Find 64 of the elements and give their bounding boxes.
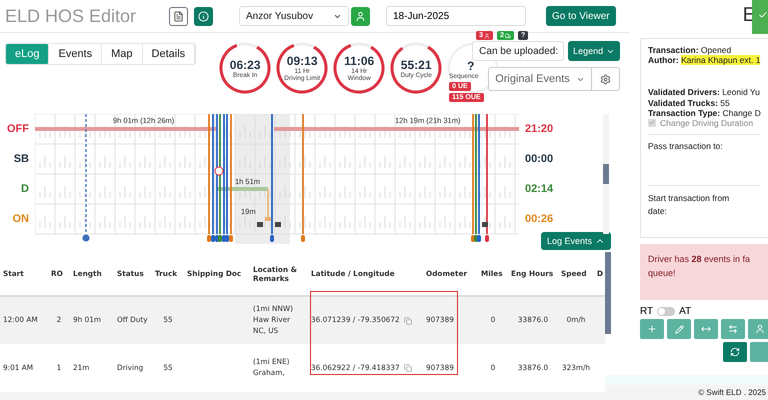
pass-transaction-label: Pass transaction to: xyxy=(648,140,724,152)
validated-drivers: Validated Drivers: Leonid Yu xyxy=(648,87,761,98)
go-to-viewer-button[interactable]: Go to Viewer xyxy=(546,6,616,26)
stretch-button[interactable] xyxy=(694,319,718,339)
pencil-icon xyxy=(674,324,684,334)
rt-label: RT xyxy=(640,306,654,317)
transaction-status: Transaction: Opened xyxy=(648,45,732,56)
settings-dropdown[interactable] xyxy=(592,67,620,92)
plus-icon xyxy=(647,324,657,334)
ring-gauge-icon xyxy=(218,41,272,96)
gauge-value: ? xyxy=(467,59,474,74)
status-total: 00:00 xyxy=(525,152,554,167)
status-label: OFF xyxy=(6,122,30,137)
add-button[interactable] xyxy=(640,319,664,339)
transaction-author: Author: Karina Khapun ext. 1 xyxy=(648,55,761,66)
driver-button[interactable] xyxy=(351,6,370,26)
status-label: ON xyxy=(12,212,30,227)
alert-message: Driver has 28 events in fa queue! xyxy=(640,244,768,300)
gauge-value: 55:21 xyxy=(400,58,432,72)
toggle-switch[interactable] xyxy=(657,307,676,316)
footer-copyright: © Swift ELD . 2025 xyxy=(698,388,766,397)
person-icon xyxy=(755,324,765,334)
check-icon xyxy=(758,10,768,20)
status-label: D xyxy=(20,182,30,197)
status-total: 02:14 xyxy=(525,182,554,197)
transaction-type: Transaction Type: Change D xyxy=(648,108,761,118)
events-select[interactable]: Original Events xyxy=(488,67,592,92)
scrollbar[interactable] xyxy=(605,252,611,334)
status-total: 21:20 xyxy=(525,122,554,137)
date-field[interactable]: 18-Jun-2025 xyxy=(386,6,526,26)
status-label: SB xyxy=(12,152,30,167)
at-label: AT xyxy=(679,306,692,317)
driver-tool-button[interactable] xyxy=(748,319,768,339)
gauge-value: 09:13 xyxy=(286,54,318,68)
document-icon xyxy=(173,10,184,22)
swap-button[interactable] xyxy=(721,319,745,339)
edit-button[interactable] xyxy=(667,319,691,339)
swap-icon xyxy=(728,324,738,334)
start-transaction-label: Start transaction from date: xyxy=(648,192,730,218)
ring-gauge-icon xyxy=(389,41,444,96)
settings-icon xyxy=(600,74,612,85)
ring-gauge-icon xyxy=(275,41,330,96)
log-events-button[interactable]: Log Events xyxy=(540,232,611,250)
info-button[interactable] xyxy=(194,6,213,26)
copy-icon[interactable] xyxy=(404,316,412,324)
gauge-value: 11:06 xyxy=(344,54,374,68)
validated-trucks: Validated Trucks: 55 xyxy=(648,98,731,108)
upload-select[interactable]: Can be uploaded: xyxy=(472,41,564,62)
checkbox-label: Change Driving Duration xyxy=(660,118,754,128)
driver-select[interactable]: Anzor Yusubov xyxy=(239,6,349,26)
refresh-button[interactable] xyxy=(723,342,747,362)
document-button[interactable] xyxy=(169,6,188,26)
person-icon xyxy=(355,10,366,22)
ring-gauge-icon xyxy=(332,41,386,96)
legend-button[interactable]: Legend xyxy=(568,41,620,62)
horizontal-arrows-icon xyxy=(701,324,711,334)
info-icon xyxy=(198,10,209,22)
person-icon xyxy=(484,32,490,39)
refresh-icon xyxy=(730,347,740,357)
scrollbar[interactable] xyxy=(603,114,609,234)
gauge-value: 06:23 xyxy=(230,58,260,72)
truck-icon xyxy=(504,32,511,39)
copy-icon[interactable] xyxy=(404,364,412,372)
status-total: 00:26 xyxy=(525,212,554,227)
